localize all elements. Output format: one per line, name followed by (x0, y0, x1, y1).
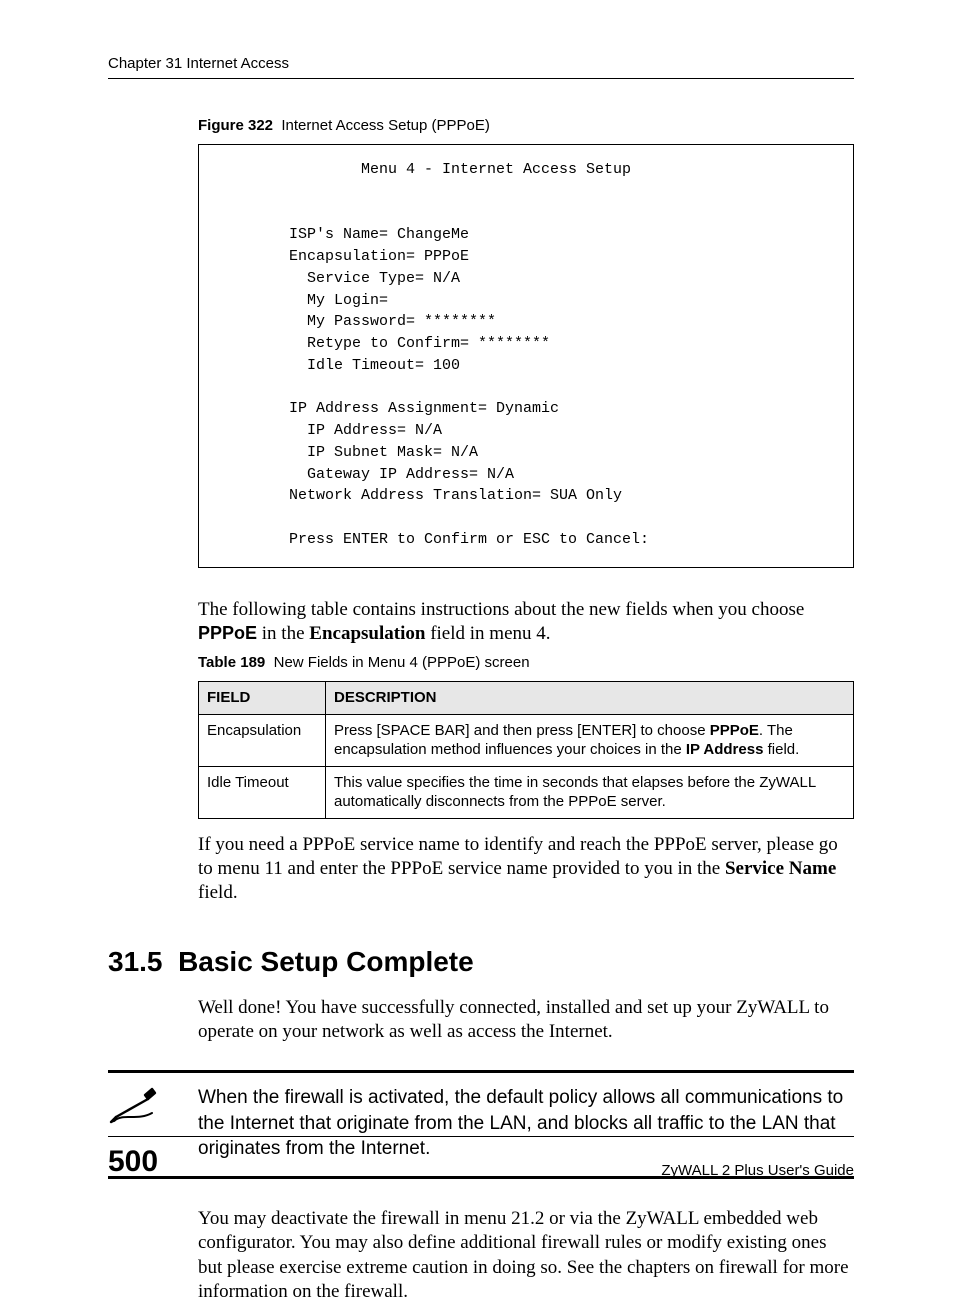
cell-field: Idle Timeout (199, 766, 326, 818)
closing-paragraph: You may deactivate the firewall in menu … (198, 1207, 854, 1304)
table-row: Idle Timeout This value specifies the ti… (199, 766, 854, 818)
figure-label: Figure 322 (198, 117, 273, 134)
cell-field: Encapsulation (199, 714, 326, 766)
terminal-screenshot: Menu 4 - Internet Access Setup ISP's Nam… (198, 144, 854, 568)
section-title: Basic Setup Complete (178, 946, 474, 977)
terminal-line: Idle Timeout= 100 (289, 357, 460, 374)
col-field: Field (199, 682, 326, 715)
cell-desc: This value specifies the time in seconds… (326, 766, 854, 818)
page-footer: 500 ZyWALL 2 Plus User's Guide (108, 1136, 854, 1179)
terminal-title: Menu 4 - Internet Access Setup (289, 159, 817, 181)
col-description: Description (326, 682, 854, 715)
terminal-line: My Login= (289, 292, 388, 309)
terminal-line: IP Address Assignment= Dynamic (289, 400, 559, 417)
chapter-header: Chapter 31 Internet Access (108, 55, 854, 79)
terminal-line: Retype to Confirm= ******** (289, 335, 550, 352)
terminal-line: Encapsulation= PPPoE (289, 248, 469, 265)
table-title: New Fields in Menu 4 (PPPoE) screen (274, 654, 530, 671)
intro-paragraph: The following table contains instruction… (198, 598, 854, 647)
terminal-line: IP Address= N/A (289, 422, 442, 439)
section-paragraph: Well done! You have successfully connect… (198, 996, 854, 1045)
terminal-line: My Password= ******** (289, 313, 496, 330)
note-icon (108, 1085, 162, 1133)
terminal-line: Service Type= N/A (289, 270, 460, 287)
after-table-paragraph: If you need a PPPoE service name to iden… (198, 833, 854, 906)
fields-table: Field Description Encapsulation Press [S… (198, 681, 854, 819)
section-heading: 31.5 Basic Setup Complete (108, 946, 854, 978)
terminal-line: IP Subnet Mask= N/A (289, 444, 478, 461)
guide-title: ZyWALL 2 Plus User's Guide (661, 1162, 854, 1179)
terminal-line: Press ENTER to Confirm or ESC to Cancel: (289, 531, 649, 548)
table-caption: Table 189 New Fields in Menu 4 (PPPoE) s… (198, 654, 854, 671)
figure-title: Internet Access Setup (PPPoE) (281, 117, 489, 134)
page-number: 500 (108, 1145, 158, 1179)
terminal-line: Network Address Translation= SUA Only (289, 487, 622, 504)
table-header-row: Field Description (199, 682, 854, 715)
table-label: Table 189 (198, 654, 265, 671)
table-row: Encapsulation Press [SPACE BAR] and then… (199, 714, 854, 766)
section-number: 31.5 (108, 946, 163, 977)
terminal-line: Gateway IP Address= N/A (289, 466, 514, 483)
terminal-line: ISP's Name= ChangeMe (289, 226, 469, 243)
figure-caption: Figure 322 Internet Access Setup (PPPoE) (198, 117, 854, 134)
cell-desc: Press [SPACE BAR] and then press [ENTER]… (326, 714, 854, 766)
